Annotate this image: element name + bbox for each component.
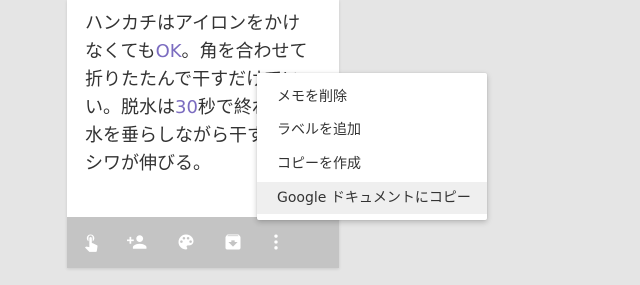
note-toolbar (67, 217, 339, 268)
menu-item-add-label[interactable]: ラベルを追加 (257, 114, 487, 146)
more-options-menu: メモを削除 ラベルを追加 コピーを作成 Google ドキュメントにコピー (257, 73, 487, 220)
note-text-highlight: OK (155, 41, 182, 62)
palette-icon[interactable] (175, 231, 197, 253)
more-vert-icon[interactable] (265, 231, 287, 253)
menu-item-delete-note[interactable]: メモを削除 (257, 81, 487, 113)
collaborator-icon[interactable] (127, 231, 149, 253)
menu-item-make-copy[interactable]: コピーを作成 (257, 148, 487, 180)
remind-me-icon[interactable] (80, 231, 102, 253)
archive-icon[interactable] (222, 231, 244, 253)
menu-item-copy-to-google-docs[interactable]: Google ドキュメントにコピー (257, 182, 487, 214)
note-text-highlight: 30 (175, 97, 198, 118)
